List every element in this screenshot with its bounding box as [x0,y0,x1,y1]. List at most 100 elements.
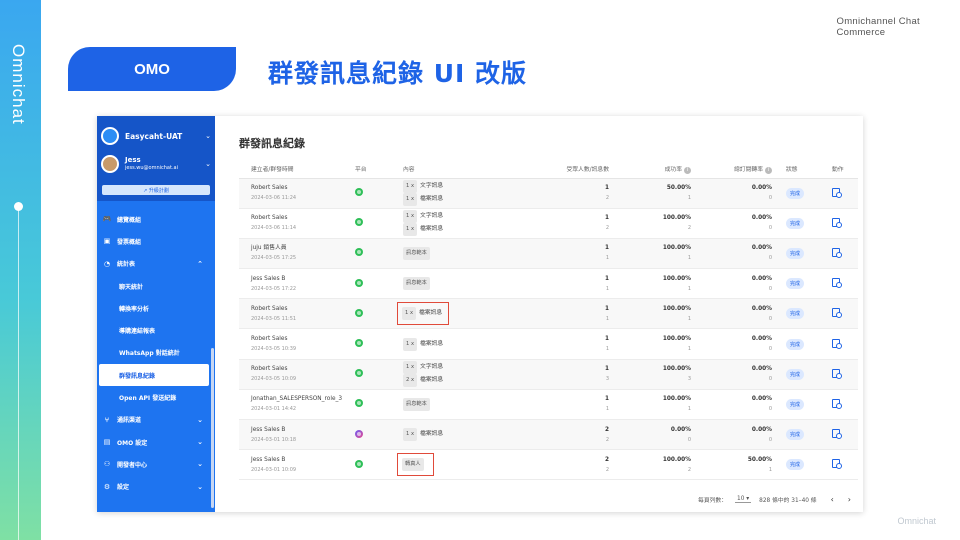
brand-line-1: Omnichannel Chat [836,16,920,27]
content-type: 文字訊息 [420,364,444,371]
sidebar-item-conversion[interactable]: 轉換率分析 [97,297,215,319]
line-icon [355,278,363,287]
message-count: 2 [605,436,609,443]
audience-count: 1 [604,305,609,312]
info-icon[interactable]: i [684,166,691,174]
success-rate: 100.00% [662,456,691,463]
content-type: 檔案訊息 [419,310,443,317]
success-rate: 100.00% [662,396,691,403]
content-cell: 1 x 文字訊息 1 x 檔案訊息 [403,178,529,208]
report-search-icon[interactable] [832,338,842,349]
chevron-down-icon: ⌄ [197,460,203,469]
count-cell: 11 [529,299,609,329]
report-search-icon[interactable] [832,368,842,379]
content-cell: 1 x 文字訊息 2 x 檔案訊息 [403,359,529,389]
table-row: Jonathan_SALESPERSON_role_3 2024-03-01 14… [239,389,858,420]
audience-count: 2 [604,426,609,433]
report-search-icon[interactable] [832,398,842,409]
sidebar-item-settings[interactable]: ⚙ 設定 ⌄ [97,476,215,498]
success-rate-cell: 0.00% 0 [609,420,691,450]
message-count: 1 [605,285,609,292]
audience-count: 1 [604,336,609,343]
report-search-icon[interactable] [832,308,842,319]
success-rate-cell: 100.00% 1 [609,299,691,329]
sidebar-item-overview[interactable]: 🎮 總覽概組 [97,208,215,230]
sidebar-item-invoice[interactable]: ▣ 發票概組 [97,230,215,252]
open-rate: 0.00% [751,426,772,433]
chevron-up-icon: ⌃ [197,259,203,268]
action-cell [818,238,858,268]
developer-icon: ⚇ [103,460,111,469]
upgrade-plan-button[interactable]: ↗ 升級計劃 [102,185,210,195]
open-rate: 0.00% [751,336,772,343]
messenger-icon [355,429,363,438]
message-count: 2 [605,466,609,473]
report-search-icon[interactable] [832,247,842,258]
sidebar-item-omo-settings[interactable]: ▤ OMO 設定 ⌄ [97,431,215,453]
open-count: 0 [768,315,772,322]
message-count: 2 [605,225,609,232]
report-search-icon[interactable] [832,217,842,228]
sidebar-item-developer[interactable]: ⚇ 開發者中心 ⌄ [97,453,215,475]
content-chip: 轉真人 [402,458,424,472]
sidebar-item-statistics[interactable]: ◔ 統計表 ⌃ [97,253,215,275]
content-chip: 1 x [403,210,418,224]
report-search-icon[interactable] [832,187,842,198]
content-cell: 訊息範本 [403,238,529,268]
status-badge: 完成 [786,398,805,410]
creator-cell: Robert Sales 2024-03-05 10:09 [239,359,355,389]
sidebar-item-chat-stats[interactable]: 聊天統計 [97,275,215,297]
user-menu[interactable]: Jess jess.wu@omnichat.ai ⌄ [101,152,211,176]
status-badge: 完成 [786,338,805,350]
success-count: 1 [687,195,691,202]
sidebar-item-channels[interactable]: ⑂ 通訊渠道 ⌄ [97,409,215,431]
success-count: 2 [687,466,691,473]
table-row: Robert Sales 2024-03-06 11:14 1 x 文字訊息 1 x 檔案… [239,208,858,239]
action-cell [818,208,858,238]
success-rate-cell: 100.00% 1 [609,269,691,299]
sent-time: 2024-03-05 17:25 [251,255,297,262]
success-rate: 100.00% [662,305,691,312]
page-range: 828 條中的 31–40 條 [759,498,817,504]
count-cell: 11 [529,389,609,419]
sidebar-item-label: 總覽概組 [117,216,142,224]
status-cell: 完成 [772,238,818,268]
creator-name: Jess Sales B [251,456,286,463]
report-search-icon[interactable] [832,278,842,289]
highlight-box: 轉真人 [397,453,434,477]
sidebar-item-broadcast-log[interactable]: 群發訊息紀錄 [99,364,209,387]
success-count: 2 [687,225,691,232]
open-count: 0 [768,406,772,413]
table-row: Robert Sales 2024-03-05 10:09 1 x 文字訊息 2 x 檔案… [239,359,858,390]
next-page-button[interactable]: › [848,495,851,504]
report-search-icon[interactable] [832,459,842,470]
sidebar-item-whatsapp-stats[interactable]: WhatsApp 對話統計 [97,342,215,364]
info-icon[interactable]: i [765,166,772,174]
open-rate-cell: 0.00% 0 [691,420,772,450]
open-rate: 0.00% [751,396,772,403]
sidebar-item-label: 導購連結報表 [119,328,156,336]
prev-page-button[interactable]: ‹ [831,495,834,504]
rows-per-page-select[interactable]: 10 ▾ [735,496,752,503]
sidebar-item-guide-links[interactable]: 導購連結報表 [97,319,215,341]
content-type: 檔案訊息 [420,431,444,438]
sidebar-item-openapi-log[interactable]: Open API 發送紀錄 [97,386,215,408]
network-icon: ⑂ [104,415,110,424]
status-cell: 完成 [772,299,818,329]
content-cell: 1 x 檔案訊息 [403,329,529,359]
success-rate-cell: 100.00% 1 [609,329,691,359]
sidebar-scrollbar[interactable] [211,348,214,508]
content-chip: 訊息範本 [403,397,430,411]
account-switcher[interactable]: Easycaht-UAT ⌄ [101,124,211,148]
chevron-down-icon: ⌄ [205,160,211,168]
creator-cell: Jess Sales B 2024-03-01 10:09 [239,450,355,480]
report-search-icon[interactable] [832,429,842,440]
user-avatar [101,155,119,173]
open-rate: 0.00% [751,215,772,222]
col-content: 內容 [403,160,529,179]
content-chip: 1 x [403,428,418,442]
chevron-down-icon: ⌄ [205,132,211,140]
sent-time: 2024-03-05 10:39 [251,346,297,353]
open-rate-cell: 50.00% 1 [691,450,772,480]
success-count: 1 [687,285,691,292]
